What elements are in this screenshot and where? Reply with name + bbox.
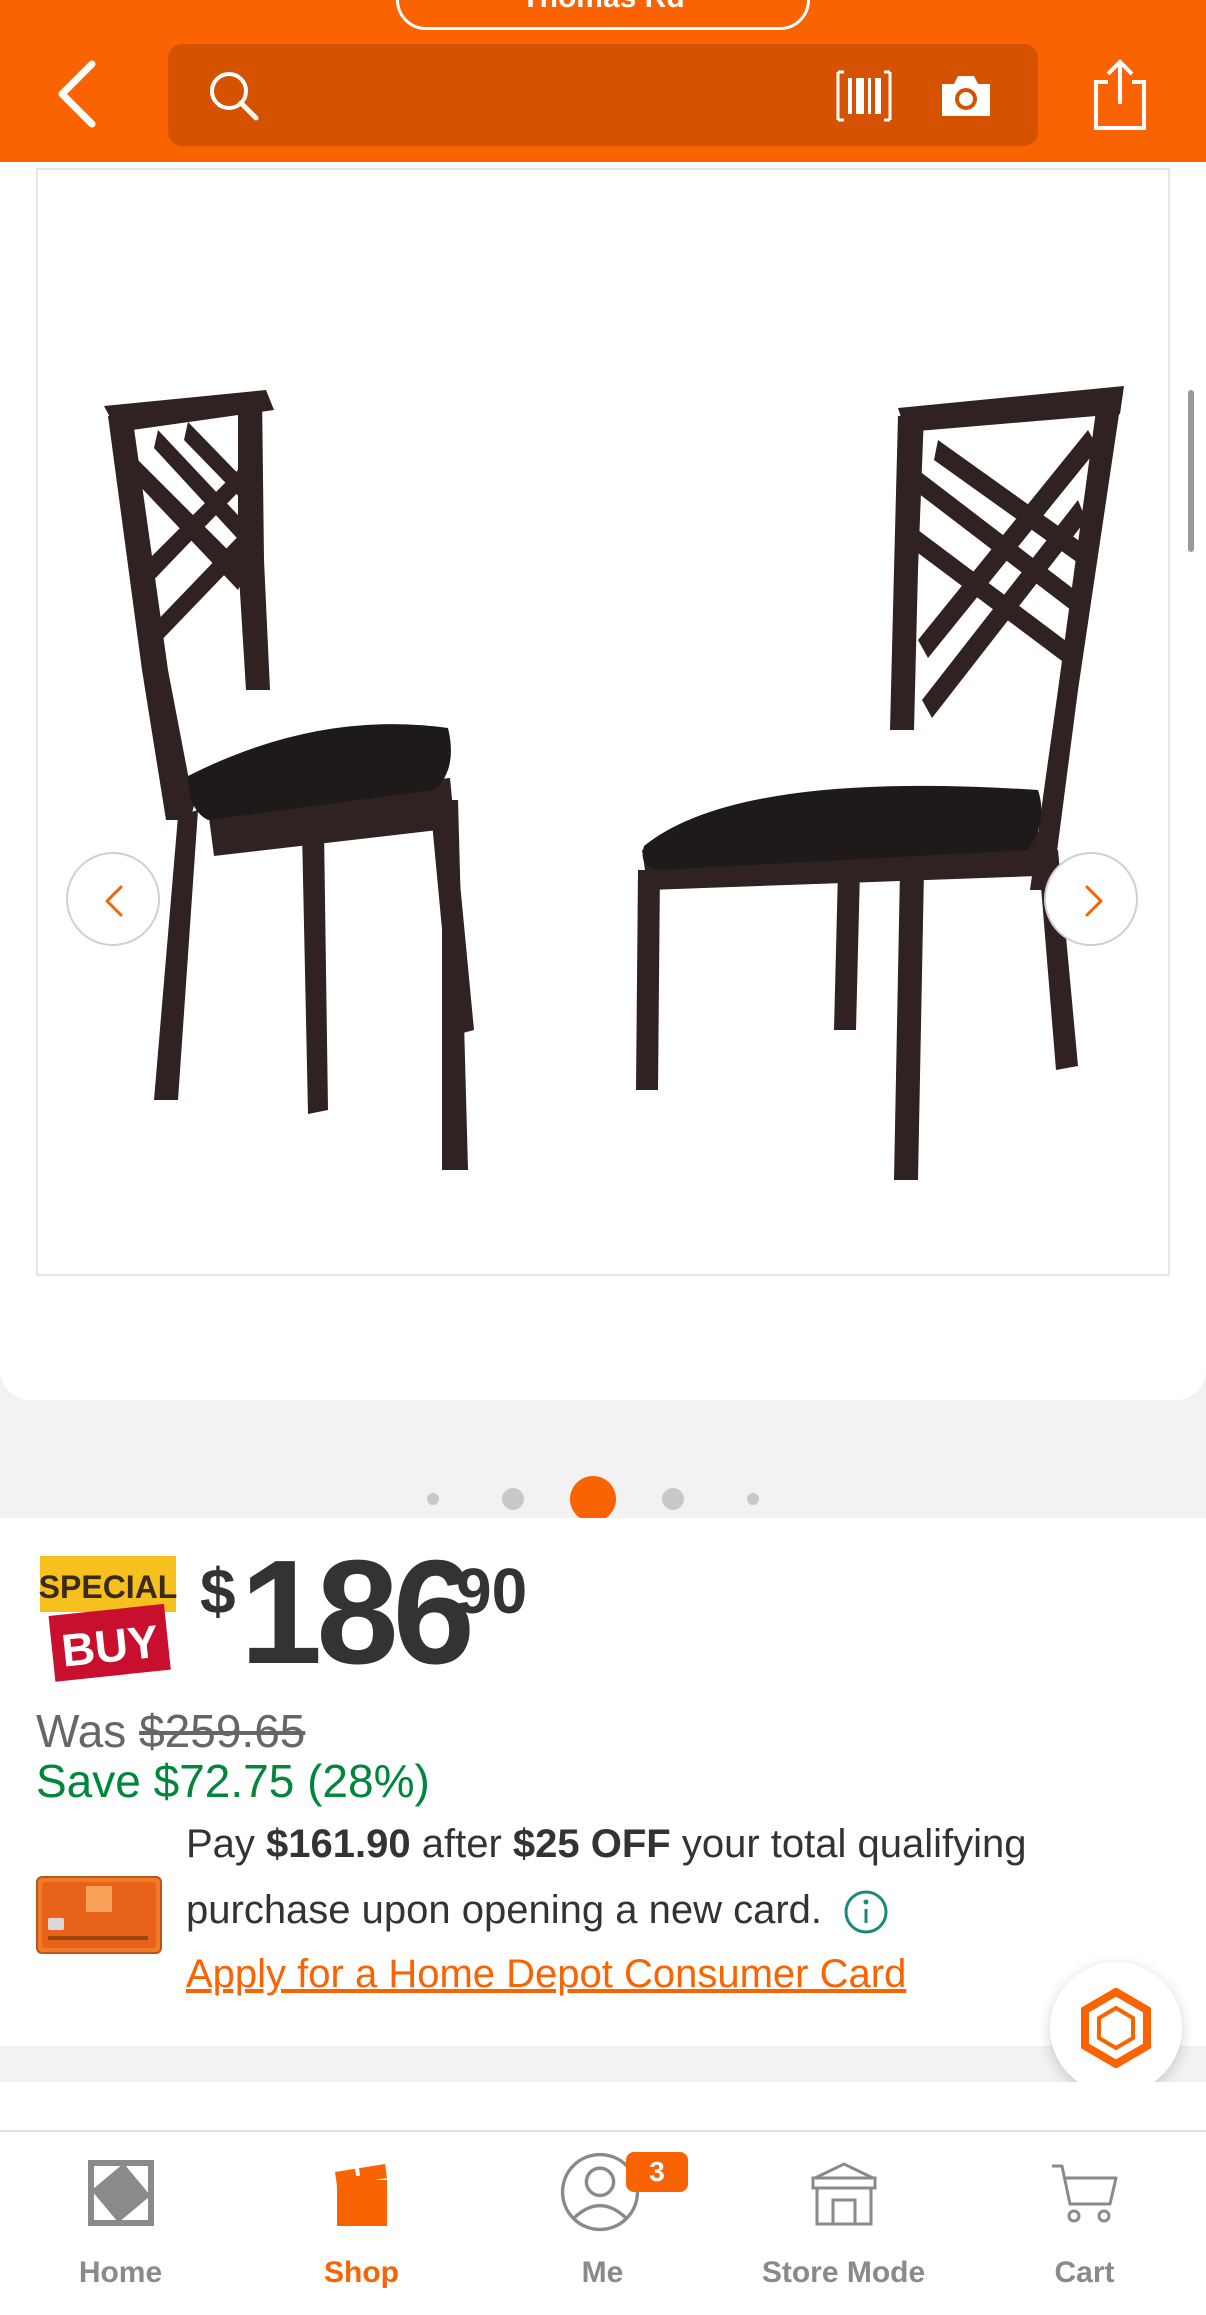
was-price-row: Was $259.65 xyxy=(36,1704,305,1758)
hexagon-logo-icon xyxy=(1081,1988,1151,2068)
apply-card-link[interactable]: Apply for a Home Depot Consumer Card xyxy=(186,1952,906,1997)
pagination-dot[interactable] xyxy=(747,1493,759,1505)
nav-shop-label: Shop xyxy=(324,2256,399,2289)
nav-home-label: Home xyxy=(78,2256,163,2289)
pagination-dot[interactable] xyxy=(662,1488,684,1510)
promo-text-pre: Pay xyxy=(186,1822,267,1866)
back-icon xyxy=(58,60,96,128)
back-button[interactable] xyxy=(50,58,110,130)
nav-me-label: Me xyxy=(581,2256,624,2289)
product-image xyxy=(104,386,1124,1180)
store-selector[interactable]: Thomas Rd xyxy=(396,0,810,30)
nav-store-mode[interactable]: Store Mode xyxy=(723,2132,964,2315)
price-dollars: 186 xyxy=(240,1530,475,1695)
was-label: Was xyxy=(36,1705,127,1757)
savings-text: Save $72.75 (28%) xyxy=(36,1755,430,1807)
previous-image-button[interactable] xyxy=(66,852,160,946)
barcode-icon[interactable] xyxy=(834,68,894,124)
nav-cart[interactable]: Cart xyxy=(964,2132,1205,2315)
nav-store-mode-label: Store Mode xyxy=(761,2256,926,2289)
info-icon[interactable] xyxy=(843,1889,889,1935)
shop-icon xyxy=(335,2159,387,2226)
svg-text:SPECIAL: SPECIAL xyxy=(39,1569,178,1605)
chat-assistant-button[interactable] xyxy=(1050,1962,1182,2094)
product-page: Thomas Rd xyxy=(0,0,1206,2315)
promo-text-mid: after xyxy=(410,1822,513,1866)
search-bar[interactable] xyxy=(168,44,1038,146)
next-image-button[interactable] xyxy=(1044,852,1138,946)
nav-shop[interactable]: Shop xyxy=(241,2132,482,2315)
price-cents: 90 xyxy=(456,1555,528,1627)
chevron-right-icon xyxy=(1085,885,1103,917)
pagination-dot[interactable] xyxy=(502,1488,524,1510)
promo-amount: $161.90 xyxy=(266,1822,411,1866)
search-icon xyxy=(210,72,259,121)
product-image-frame[interactable] xyxy=(36,168,1170,1276)
nav-home[interactable]: Home xyxy=(0,2132,241,2315)
search-input[interactable] xyxy=(278,64,878,124)
top-bar: Thomas Rd xyxy=(0,0,1206,162)
cart-icon xyxy=(1052,2164,1118,2223)
nav-me[interactable]: 3 Me xyxy=(482,2132,723,2315)
promo-discount: $25 OFF xyxy=(512,1822,671,1866)
chevron-left-icon xyxy=(105,885,123,917)
bottom-nav: Home Shop 3 Me Store Mode Cart xyxy=(0,2130,1206,2315)
pagination-dot-active[interactable] xyxy=(570,1476,616,1522)
svg-text:BUY: BUY xyxy=(59,1615,161,1677)
share-icon xyxy=(1094,59,1146,130)
store-label: Thomas Rd xyxy=(521,0,684,14)
special-buy-badge: SPECIAL BUY xyxy=(39,1556,178,1682)
promo-line-1: Pay $161.90 after $25 OFF your total qua… xyxy=(186,1822,1027,1867)
promo-line-2: purchase upon opening a new card. xyxy=(186,1888,889,1935)
image-pagination-dots xyxy=(0,1474,1206,1524)
product-gallery xyxy=(0,162,1206,1522)
price-section: SPECIAL BUY $ 186 90 Was $259.65 Save $7… xyxy=(0,1518,1206,2046)
price-dollar-sign: $ xyxy=(200,1555,236,1627)
page-scrollbar[interactable] xyxy=(1188,390,1194,552)
promo-text-line2: purchase upon opening a new card. xyxy=(186,1888,823,1932)
promo-text-post: your total qualifying xyxy=(670,1822,1027,1866)
share-button[interactable] xyxy=(1090,58,1150,134)
notification-badge: 3 xyxy=(626,2152,688,2192)
home-depot-logo-icon xyxy=(88,2160,154,2226)
nav-cart-label: Cart xyxy=(1054,2256,1115,2289)
store-icon xyxy=(811,2162,877,2226)
camera-icon[interactable] xyxy=(938,70,994,120)
was-price: $259.65 xyxy=(139,1705,306,1757)
home-depot-card-image xyxy=(36,1876,162,1954)
pagination-dot[interactable] xyxy=(427,1493,439,1505)
